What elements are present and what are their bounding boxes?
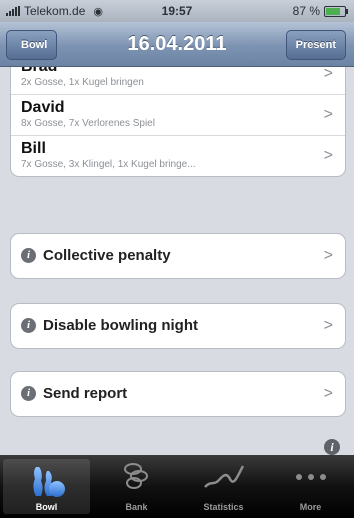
player-name: David	[21, 99, 65, 116]
info-icon: i	[21, 248, 36, 263]
disable-bowling-night-button[interactable]: i Disable bowling night >	[11, 304, 345, 348]
tab-bowl[interactable]: Bowl	[3, 459, 90, 514]
disable-night-group: i Disable bowling night >	[10, 303, 346, 349]
navigation-bar: Bowl 16.04.2011 Present	[0, 22, 354, 67]
send-report-group: i Send report >	[10, 371, 346, 417]
coins-icon	[123, 463, 148, 489]
collective-penalty-label: Collective penalty	[43, 247, 171, 264]
chevron-right-icon: >	[323, 106, 333, 123]
chevron-right-icon: >	[323, 67, 333, 82]
send-report-label: Send report	[43, 385, 128, 402]
present-button[interactable]: Present	[285, 30, 346, 60]
bowling-pins-icon	[32, 467, 65, 497]
tab-label: Bowl	[35, 502, 58, 512]
collective-penalty-group: i Collective penalty >	[10, 233, 346, 279]
collective-penalty-button[interactable]: i Collective penalty >	[11, 234, 345, 278]
chevron-right-icon: >	[323, 247, 333, 264]
send-report-button[interactable]: i Send report >	[11, 372, 345, 416]
tab-label: More	[299, 502, 322, 512]
player-name: Brad	[21, 67, 57, 76]
player-name: Bill	[21, 140, 46, 157]
chart-line-icon	[203, 465, 244, 488]
battery-icon	[324, 5, 348, 17]
info-icon: i	[21, 318, 36, 333]
chevron-right-icon: >	[323, 385, 333, 402]
player-penalties: 7x Gosse, 3x Klingel, 1x Kugel bringe...	[21, 159, 196, 170]
info-icon[interactable]: i	[324, 439, 340, 455]
tab-bank[interactable]: Bank	[93, 455, 180, 518]
chevron-right-icon: >	[323, 147, 333, 164]
player-penalties: 8x Gosse, 7x Verlorenes Spiel	[21, 118, 155, 129]
status-bar: Telekom.de ◉ 19:57 87 %	[0, 0, 354, 22]
chevron-right-icon: >	[323, 317, 333, 334]
tab-more[interactable]: More	[267, 455, 354, 518]
player-penalties: 2x Gosse, 1x Kugel bringen	[21, 77, 144, 88]
list-item-player[interactable]: Bill 7x Gosse, 3x Klingel, 1x Kugel brin…	[11, 136, 345, 176]
list-item-player[interactable]: Brad 2x Gosse, 1x Kugel bringen >	[11, 67, 345, 95]
battery-percent: 87 %	[292, 4, 320, 18]
content-area[interactable]: Brad 2x Gosse, 1x Kugel bringen > David …	[0, 67, 354, 455]
tab-statistics[interactable]: Statistics	[180, 455, 267, 518]
info-icon: i	[21, 386, 36, 401]
battery-info: 87 %	[292, 4, 348, 18]
tab-label: Statistics	[203, 502, 244, 512]
more-dots-icon	[295, 474, 326, 480]
players-list: Brad 2x Gosse, 1x Kugel bringen > David …	[10, 67, 346, 177]
tab-label: Bank	[125, 502, 148, 512]
list-item-player[interactable]: David 8x Gosse, 7x Verlorenes Spiel >	[11, 95, 345, 136]
tab-bar: Bowl Bank Statistics More	[0, 455, 354, 518]
disable-bowling-night-label: Disable bowling night	[43, 317, 198, 334]
